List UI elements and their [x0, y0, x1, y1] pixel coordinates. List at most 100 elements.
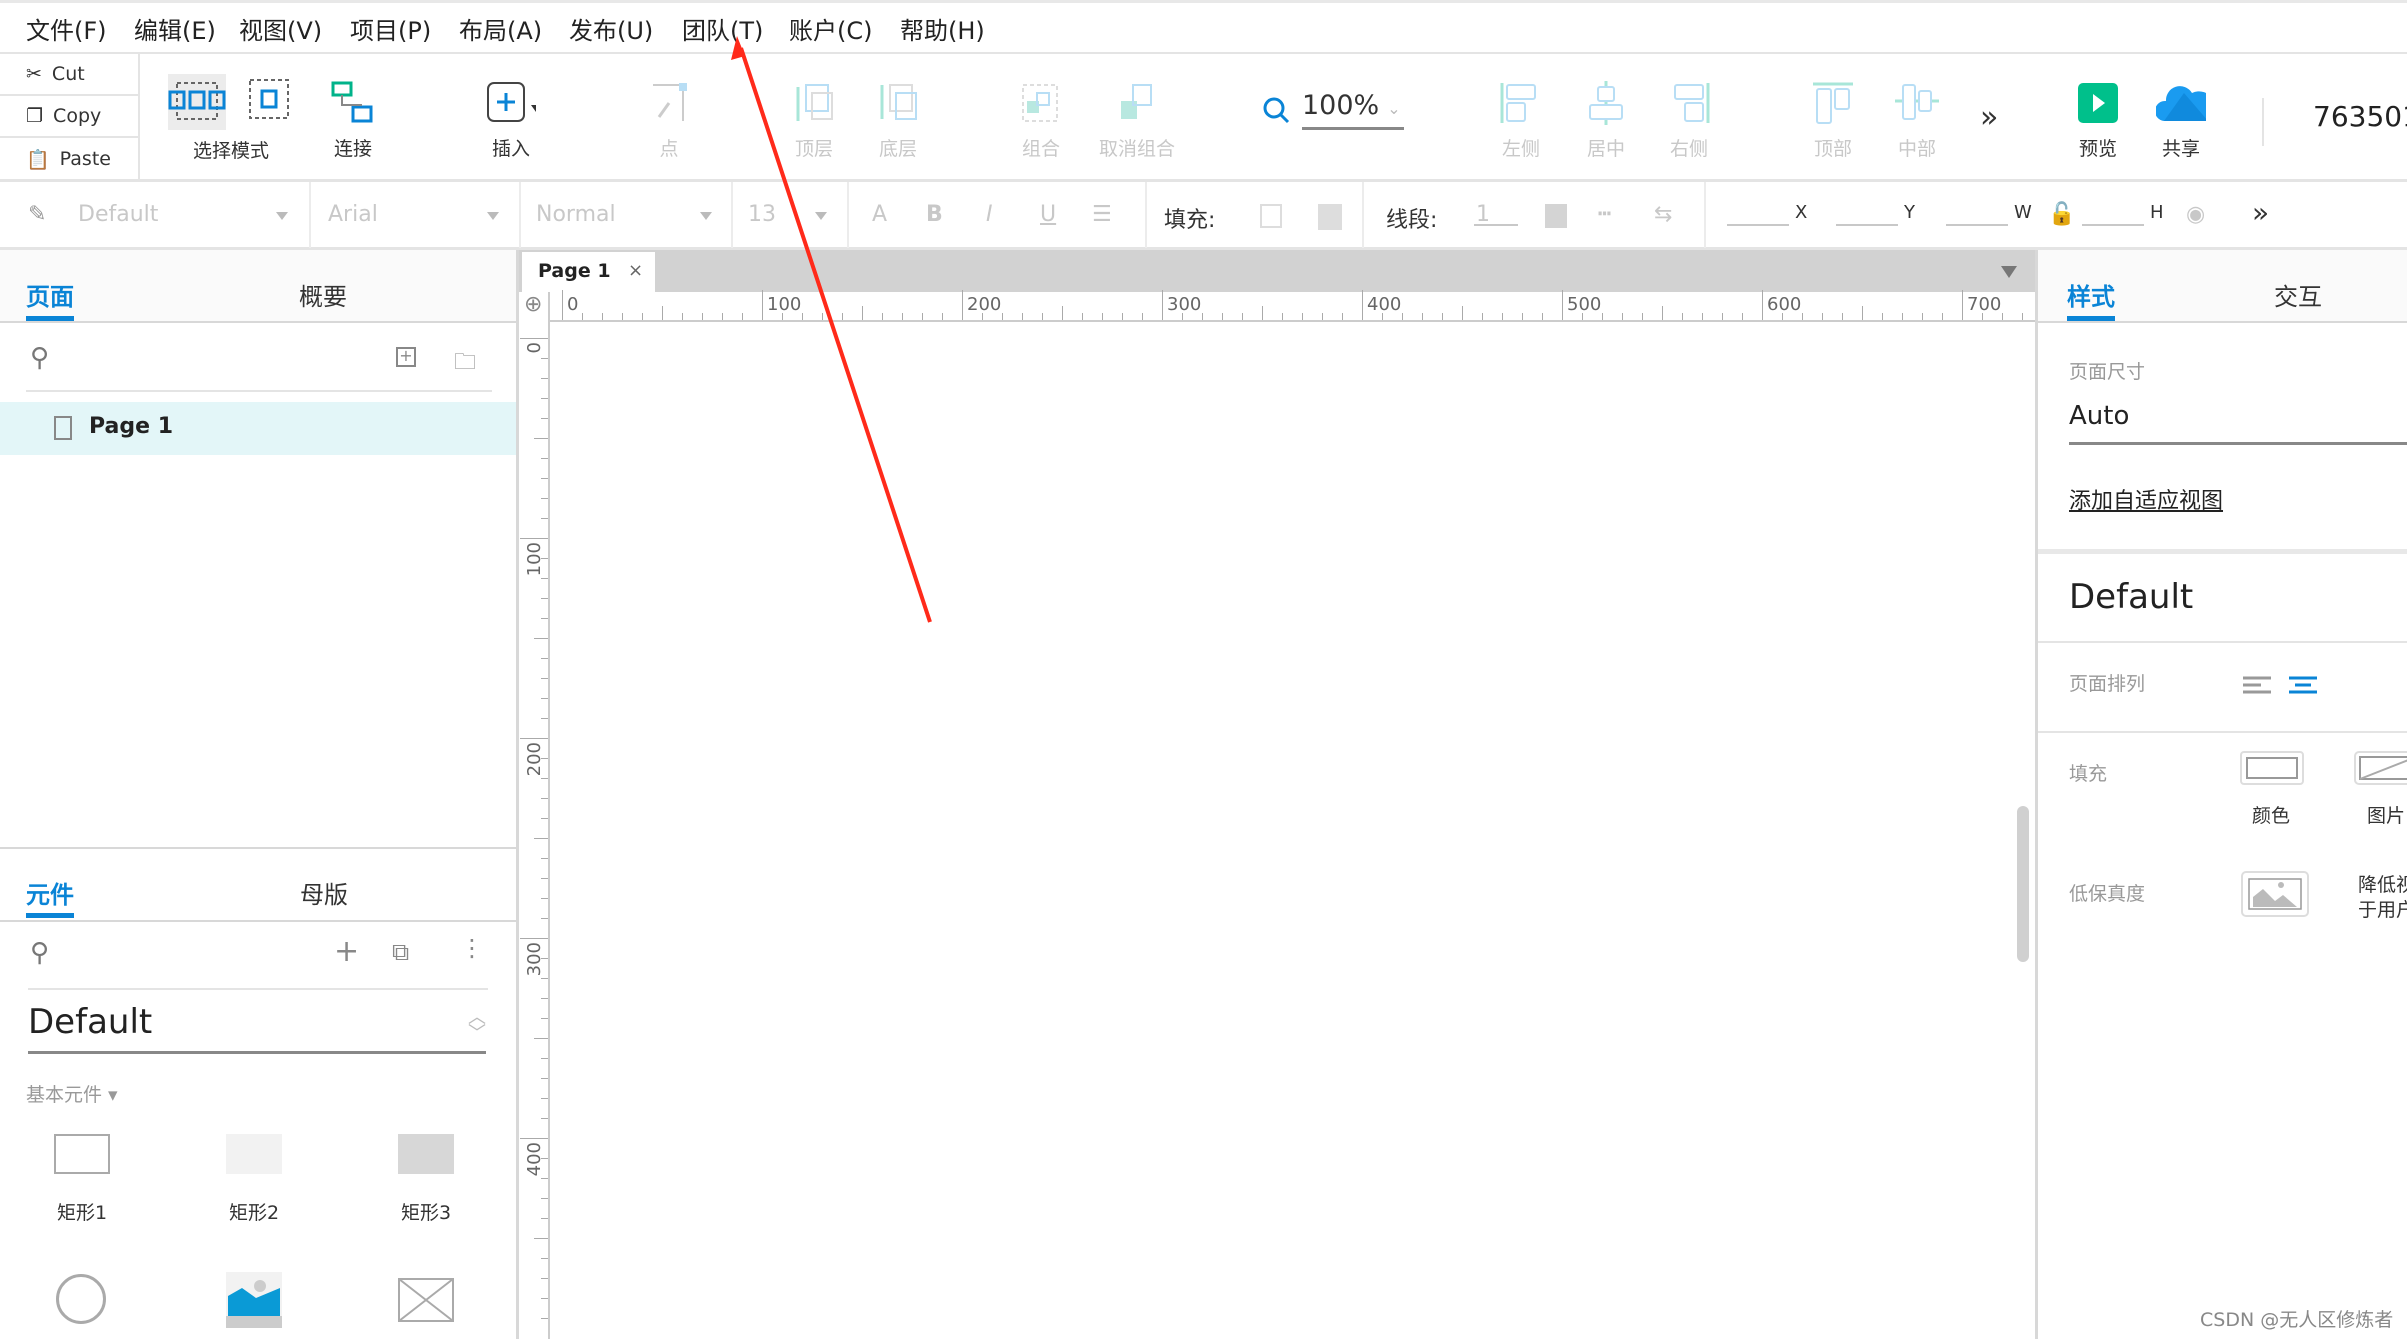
- stroke-color-swatch[interactable]: [1545, 204, 1567, 228]
- fill-image-button[interactable]: [2354, 751, 2407, 785]
- font-size-select[interactable]: 13: [748, 202, 776, 227]
- placeholder-widget[interactable]: [398, 1278, 454, 1322]
- underline-icon[interactable]: U: [1040, 202, 1056, 227]
- shadow-swatch[interactable]: [1318, 204, 1342, 230]
- low-fidelity-image-icon[interactable]: [2241, 871, 2309, 917]
- tab-outline[interactable]: 概要: [299, 277, 347, 312]
- page-tab[interactable]: Page 1 ×: [522, 252, 655, 292]
- dash-style-icon[interactable]: ┅: [1598, 202, 1611, 227]
- menu-help[interactable]: 帮助(H): [900, 11, 985, 46]
- copy-button[interactable]: ❐ Copy: [0, 96, 140, 138]
- vertical-scrollbar[interactable]: [2017, 806, 2029, 962]
- arrow-style-icon[interactable]: ⇆: [1654, 202, 1672, 227]
- page-size-select[interactable]: Auto: [2069, 401, 2407, 445]
- tab-masters[interactable]: 母版: [300, 875, 348, 910]
- ruler-label: 600: [1767, 294, 1802, 315]
- insert-button[interactable]: 插入: [456, 54, 566, 182]
- select-intersect-icon: [168, 82, 226, 120]
- add-adaptive-view-link[interactable]: 添加自适应视图: [2069, 483, 2223, 515]
- bold-icon[interactable]: B: [926, 202, 943, 227]
- lock-icon[interactable]: 🔓: [2048, 202, 2075, 227]
- fill-color-button[interactable]: [2240, 751, 2304, 785]
- page-item[interactable]: Page 1: [0, 402, 516, 455]
- account-id[interactable]: 763501: [2313, 100, 2407, 133]
- library-copy-icon[interactable]: ⧉: [392, 938, 409, 966]
- fill-image-label: 图片: [2367, 805, 2406, 827]
- tab-style[interactable]: 样式: [2067, 277, 2115, 312]
- add-page-icon[interactable]: +: [396, 347, 416, 367]
- fill-color-swatch[interactable]: [1260, 204, 1282, 228]
- share-button[interactable]: 共享: [2126, 54, 2236, 182]
- font-select[interactable]: Arial: [328, 202, 378, 227]
- group-button[interactable]: 组合: [986, 54, 1096, 182]
- rectangle1-widget[interactable]: [54, 1134, 110, 1174]
- menu-publish[interactable]: 发布(U): [569, 11, 653, 46]
- font-weight-select[interactable]: Normal: [536, 202, 616, 227]
- w-input[interactable]: [1946, 224, 2008, 226]
- widget-label: 矩形3: [401, 1202, 452, 1224]
- close-icon[interactable]: ×: [628, 260, 643, 281]
- tab-widgets[interactable]: 元件: [26, 875, 74, 910]
- divider: [2038, 549, 2407, 554]
- more-format-icon[interactable]: »: [2252, 196, 2269, 229]
- style-select[interactable]: Default: [78, 202, 158, 227]
- design-canvas[interactable]: [552, 324, 2032, 1339]
- point-button[interactable]: 点: [614, 54, 724, 182]
- tab-dropdown-icon[interactable]: [2001, 266, 2017, 278]
- search-icon[interactable]: ⚲: [30, 343, 49, 373]
- align-left-page-icon[interactable]: [2243, 675, 2273, 697]
- zoom-select[interactable]: 100% ⌄: [1302, 90, 1404, 130]
- rectangle2-widget[interactable]: [226, 1134, 282, 1174]
- align-right-button[interactable]: 右侧: [1634, 54, 1744, 182]
- menu-team[interactable]: 团队(T): [682, 11, 763, 46]
- ruler-tick: [541, 658, 548, 659]
- ruler-tick: [541, 378, 548, 379]
- ruler-tick: [1102, 313, 1103, 320]
- tab-interaction[interactable]: 交互: [2274, 277, 2322, 312]
- ruler-label: 100: [524, 542, 545, 577]
- align-middle-button[interactable]: 中部: [1862, 54, 1972, 182]
- x-input[interactable]: [1727, 224, 1789, 226]
- connect-button[interactable]: 连接: [298, 54, 408, 182]
- select-mode-intersect-button[interactable]: [168, 74, 226, 130]
- paste-button[interactable]: 📋 Paste: [0, 138, 140, 180]
- menu-layout[interactable]: 布局(A): [459, 11, 542, 46]
- category-toggle[interactable]: 基本元件 ▾: [26, 1080, 118, 1107]
- menu-project[interactable]: 项目(P): [350, 11, 431, 46]
- h-input[interactable]: [2082, 224, 2144, 226]
- more-tools-icon[interactable]: »: [1980, 100, 1998, 135]
- ruler-tick: [842, 313, 843, 320]
- italic-icon[interactable]: I: [986, 202, 993, 227]
- more-options-icon[interactable]: ⋮: [460, 934, 484, 962]
- ungroup-icon: [1112, 78, 1162, 128]
- font-color-icon[interactable]: A: [872, 202, 887, 227]
- ellipse-widget[interactable]: [56, 1274, 106, 1324]
- cut-button[interactable]: ✂ Cut: [0, 54, 140, 96]
- menu-view[interactable]: 视图(V): [239, 11, 322, 46]
- ungroup-button[interactable]: 取消组合: [1082, 54, 1192, 182]
- search-icon[interactable]: ⚲: [30, 938, 49, 968]
- select-mode-contain-button[interactable]: [248, 78, 292, 128]
- style-name[interactable]: Default: [2069, 577, 2193, 617]
- ruler-tick: [1362, 290, 1363, 320]
- align-center-page-icon[interactable]: [2289, 675, 2319, 697]
- eye-icon[interactable]: ◉: [2186, 202, 2205, 227]
- ruler-tick: [802, 313, 803, 320]
- y-input[interactable]: [1836, 224, 1898, 226]
- style-edit-icon[interactable]: ✎: [28, 202, 46, 227]
- rectangle3-widget[interactable]: [398, 1134, 454, 1174]
- folder-icon[interactable]: 🗀: [454, 345, 476, 383]
- tab-pages[interactable]: 页面: [26, 277, 74, 312]
- add-library-icon[interactable]: +: [334, 934, 359, 969]
- menu-account[interactable]: 账户(C): [789, 11, 872, 46]
- image-widget[interactable]: [226, 1272, 282, 1328]
- library-select[interactable]: Default ︿ ﹀: [28, 1002, 486, 1054]
- send-to-back-button[interactable]: 底层: [843, 54, 953, 182]
- crosshair-icon[interactable]: ⊕: [524, 292, 543, 317]
- bullet-list-icon[interactable]: ☰: [1092, 202, 1112, 227]
- menu-file[interactable]: 文件(F): [26, 11, 107, 46]
- ruler-tick: [1922, 313, 1923, 320]
- h-label: H: [2150, 202, 2164, 223]
- menu-edit[interactable]: 编辑(E): [134, 11, 216, 46]
- ruler-tick: [862, 306, 863, 320]
